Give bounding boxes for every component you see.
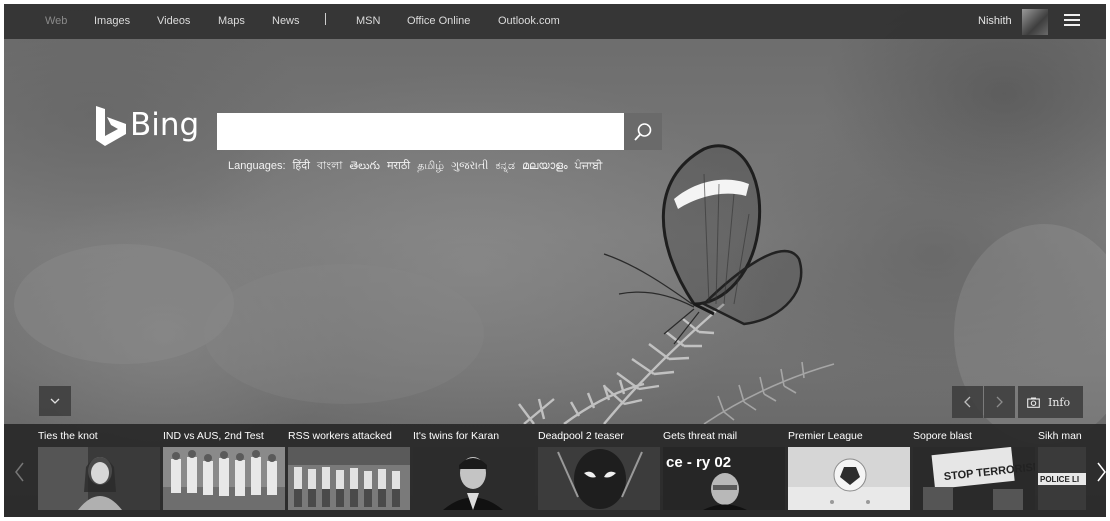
football-image: [788, 447, 910, 510]
chevron-down-icon: [50, 398, 60, 404]
language-link-gujarati[interactable]: ગુજરાતી: [451, 159, 488, 172]
expand-news-button[interactable]: [39, 386, 71, 416]
chevron-left-icon: [964, 396, 971, 408]
news-thumbnail: [288, 447, 410, 510]
news-title: Deadpool 2 teaser: [538, 430, 624, 442]
thumbnail-overlay-text: ce - ry 02: [666, 454, 731, 471]
news-title: It's twins for Karan: [413, 430, 500, 442]
marching-workers-image: [288, 447, 410, 510]
user-name[interactable]: Nishith: [978, 15, 1012, 27]
nav-msn-link[interactable]: MSN: [356, 15, 380, 27]
nav-office-online-link[interactable]: Office Online: [407, 15, 470, 27]
news-prev-button[interactable]: [6, 452, 32, 492]
previous-image-button[interactable]: [952, 386, 983, 418]
news-title: Ties the knot: [38, 430, 98, 442]
news-title: RSS workers attacked: [288, 430, 392, 442]
woman-portrait-image: [38, 447, 160, 510]
deadpool-image: [538, 447, 660, 510]
news-title: Sopore blast: [913, 430, 972, 442]
news-thumbnail: POLICE LI: [1038, 447, 1086, 510]
cricket-team-image: [163, 447, 285, 510]
news-item[interactable]: Sikh man POLICE LI: [1038, 424, 1086, 517]
nav-separator: [325, 13, 326, 25]
news-title: Sikh man: [1038, 430, 1082, 442]
news-thumbnail: [788, 447, 910, 510]
news-title: Gets threat mail: [663, 430, 738, 442]
search-input[interactable]: [217, 113, 624, 150]
hamburger-menu-icon[interactable]: [1064, 14, 1080, 27]
bing-logo-text: Bing: [130, 107, 200, 143]
nav-videos-link[interactable]: Videos: [157, 15, 190, 27]
nav-maps-link[interactable]: Maps: [218, 15, 245, 27]
news-thumbnail: [538, 447, 660, 510]
news-item[interactable]: Ties the knot: [38, 424, 163, 517]
language-link-telugu[interactable]: తెలుగు: [350, 159, 380, 172]
police-line-image: POLICE LI: [1038, 447, 1086, 510]
official-portrait-image: ce - ry 02: [663, 447, 785, 510]
news-thumbnail: ce - ry 02: [663, 447, 785, 510]
news-thumbnail: STOP TERRORISM: [913, 447, 1035, 510]
languages-row: Languages: हिंदी বাংলা తెలుగు मराठी தமிழ…: [228, 157, 602, 176]
camera-icon: [1027, 397, 1040, 408]
news-thumbnail: [38, 447, 160, 510]
languages-label: Languages:: [228, 160, 286, 172]
karan-portrait-image: [413, 447, 535, 510]
image-info-button[interactable]: Info: [1018, 386, 1083, 418]
bing-logo-icon: [96, 106, 126, 146]
news-carousel: Ties the knot IND vs AUS, 2nd Test RSS w…: [4, 424, 1106, 517]
news-title: Premier League: [788, 430, 863, 442]
nav-images-link[interactable]: Images: [94, 15, 130, 27]
nav-web-link[interactable]: Web: [45, 15, 67, 27]
search-button[interactable]: [624, 113, 662, 150]
news-item[interactable]: Sopore blast STOP TERRORISM: [913, 424, 1038, 517]
language-link-marathi[interactable]: मराठी: [387, 159, 410, 172]
thumbnail-overlay-text: POLICE LI: [1040, 475, 1079, 484]
news-item[interactable]: Deadpool 2 teaser: [538, 424, 663, 517]
top-navigation-bar: Web Images Videos Maps News MSN Office O…: [4, 4, 1106, 39]
search-icon: [634, 122, 652, 141]
language-link-bengali[interactable]: বাংলা: [317, 159, 342, 172]
news-next-button[interactable]: [1088, 452, 1106, 492]
language-link-tamil[interactable]: தமிழ்: [417, 159, 444, 172]
news-item[interactable]: IND vs AUS, 2nd Test: [163, 424, 288, 517]
news-item[interactable]: Gets threat mail ce - ry 02: [663, 424, 788, 517]
language-link-hindi[interactable]: हिंदी: [293, 159, 310, 172]
news-item[interactable]: It's twins for Karan: [413, 424, 538, 517]
chevron-right-icon: [996, 396, 1003, 408]
info-label: Info: [1048, 395, 1071, 409]
avatar[interactable]: [1022, 9, 1048, 35]
nav-outlook-link[interactable]: Outlook.com: [498, 15, 560, 27]
stop-terrorism-sign-image: STOP TERRORISM: [913, 447, 1035, 510]
chevron-left-icon: [14, 462, 24, 482]
bing-homepage: Web Images Videos Maps News MSN Office O…: [4, 4, 1106, 517]
news-title: IND vs AUS, 2nd Test: [163, 430, 264, 442]
chevron-right-icon: [1096, 462, 1106, 482]
bing-logo[interactable]: Bing: [90, 106, 210, 150]
news-item[interactable]: RSS workers attacked: [288, 424, 413, 517]
news-thumbnail: [413, 447, 535, 510]
next-image-button[interactable]: [984, 386, 1015, 418]
news-thumbnail: [163, 447, 285, 510]
nav-news-link[interactable]: News: [272, 15, 300, 27]
language-link-punjabi[interactable]: ਪੰਜਾਬੀ: [575, 159, 603, 172]
language-link-kannada[interactable]: ಕನ್ನಡ: [495, 159, 515, 172]
language-link-malayalam[interactable]: മലയാളം: [522, 159, 568, 172]
news-item[interactable]: Premier League: [788, 424, 913, 517]
